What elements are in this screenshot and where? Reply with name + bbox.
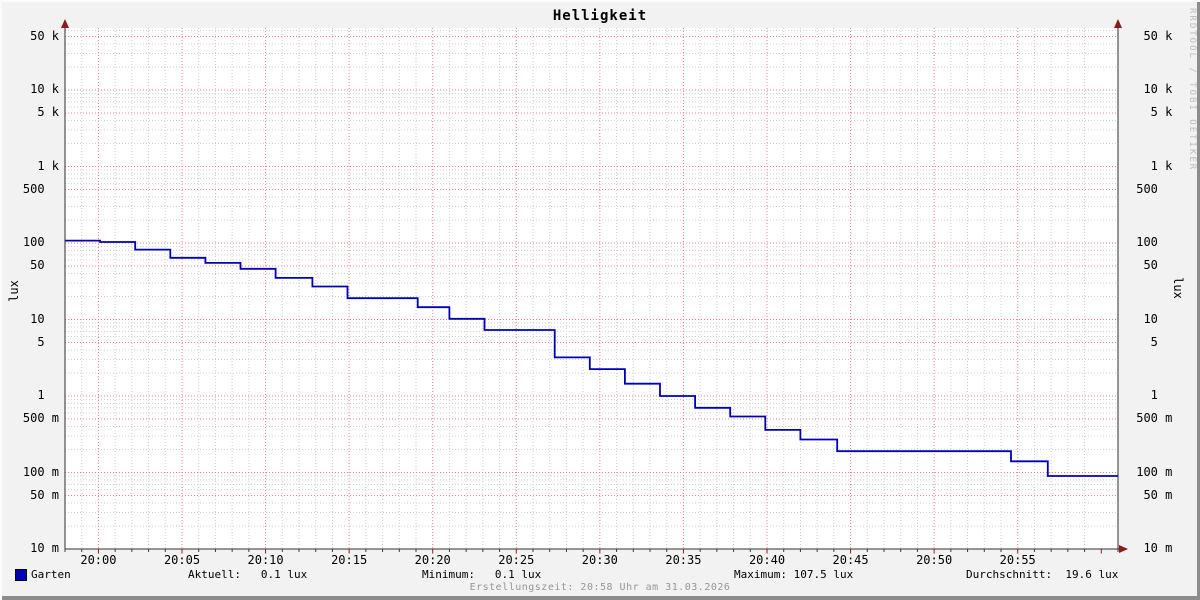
y-axis-tick-label-right: 5 [1129,335,1173,349]
legend-stat-maximum: Maximum: 107.5 lux [734,568,854,581]
y-axis-tick-label-right: 500 [1129,182,1173,196]
legend-stat-durchschnitt: Durchschnitt: 19.6 lux [966,568,1119,581]
y-axis-tick-label-right: 500 m [1129,411,1173,425]
y-axis-tick-label-right: 100 m [1129,465,1173,479]
y-axis-tick-label-left: 5 [15,335,59,349]
rrdtool-watermark: RRDTOOL / TOBI OETIKER [1187,8,1197,172]
x-axis-tick-label: 20:00 [80,553,117,567]
legend-stat-minimum: Minimum: 0.1 lux [422,568,542,581]
y-axis-tick-label-left: 5 k [15,105,59,119]
y-axis-tick-label-left: 1 k [15,159,59,173]
y-axis-tick-label-left: 50 [15,258,59,272]
chart-title: Helligkeit [552,8,648,24]
x-axis-tick-label: 20:45 [832,553,869,567]
y-axis-tick-label-left: 500 [15,182,59,196]
x-axis-tick-label: 20:20 [414,553,451,567]
y-axis-tick-label-right: 10 m [1129,541,1173,555]
y-axis-tick-label-right: 5 k [1129,105,1173,119]
x-axis-tick-label: 20:55 [999,553,1036,567]
legend-stat-aktuell: Aktuell: 0.1 lux [188,568,308,581]
y-axis-tick-label-left: 100 m [15,465,59,479]
y-axis-tick-label-left: 50 k [15,29,59,43]
series-color-swatch [15,569,27,581]
y-axis-tick-label-left: 100 [15,235,59,249]
x-axis-tick-label: 20:05 [163,553,201,567]
chart-canvas [61,19,1128,554]
x-axis-tick-label: 20:50 [916,553,953,567]
x-axis-tick-label: 20:25 [498,553,535,567]
y-axis-tick-label-right: 10 k [1129,82,1173,96]
x-axis-arrow [1119,545,1128,553]
y-axis-tick-label-left: 500 m [15,411,59,425]
y-axis-tick-label-right: 10 [1129,312,1173,326]
y-axis-tick-label-left: 10 m [15,541,59,555]
y-axis-tick-label-left: 1 [15,388,59,402]
y-axis-tick-label-right: 50 k [1129,29,1173,43]
y-axis-tick-label-left: 10 [15,312,59,326]
x-axis-tick-label: 20:35 [665,553,702,567]
y-axis-tick-label-left: 50 m [15,488,59,502]
y-axis-tick-label-left: 10 k [15,82,59,96]
x-axis-tick-label: 20:15 [331,553,368,567]
x-axis-tick-label: 20:10 [247,553,284,567]
y-axis-tick-label-right: 100 [1129,235,1173,249]
x-axis-tick-label: 20:30 [581,553,618,567]
creation-time-footer: Erstellungszeit: 20:58 Uhr am 31.03.2026 [469,582,731,593]
y-axis-tick-label-right: 50 [1129,258,1173,272]
y-axis-unit-left: lux [7,280,21,302]
y-axis-unit-right: lux [1171,277,1185,299]
plot-area [65,28,1118,549]
y-axis-tick-label-right: 50 m [1129,488,1173,502]
series-label: Garten [31,568,71,581]
x-axis-tick-label: 20:40 [748,553,786,567]
rrdtool-graph: Helligkeit lux lux RRDTOOL / TOBI OETIKE… [0,0,1200,600]
y-axis-tick-label-right: 1 k [1129,159,1173,173]
y-axis-tick-label-right: 1 [1129,388,1173,402]
